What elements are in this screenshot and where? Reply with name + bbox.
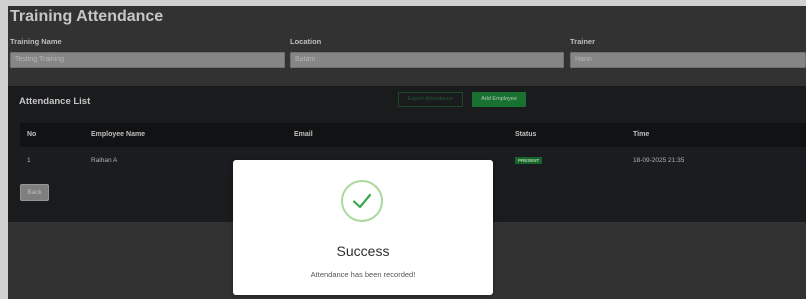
success-modal: Success Attendance has been recorded! — [233, 160, 493, 295]
success-icon-circle — [341, 180, 383, 222]
modal-title: Success — [336, 243, 390, 259]
modal-message: Attendance has been recorded! — [310, 270, 416, 279]
check-icon — [352, 193, 372, 209]
